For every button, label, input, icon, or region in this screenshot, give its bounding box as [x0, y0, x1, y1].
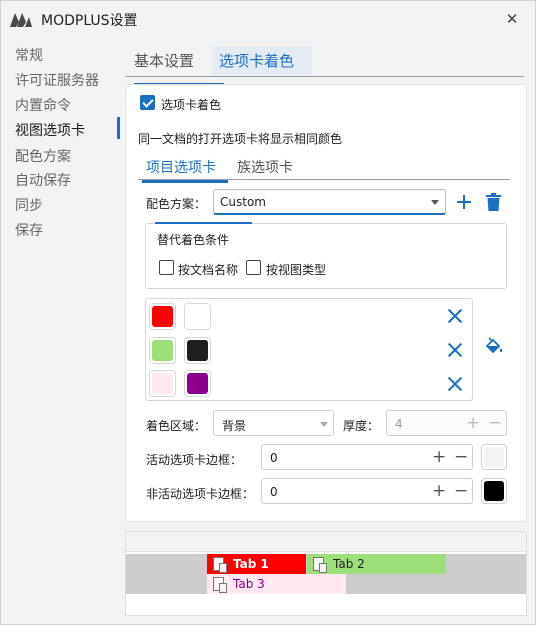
color-scheme-value: Custom [220, 195, 266, 209]
by-document-name-checkbox[interactable] [159, 260, 174, 275]
row3-remove-icon[interactable] [447, 376, 463, 392]
active-border-value: 0 [270, 451, 278, 465]
row1-fill-swatch[interactable] [149, 303, 176, 330]
sidebar-item-autosave[interactable]: 自动保存 [15, 170, 71, 190]
color-area-value: 背景 [222, 419, 247, 433]
by-view-type-label: 按视图类型 [266, 263, 327, 277]
tab-basic-settings[interactable]: 基本设置 [134, 50, 194, 71]
subtab-project-tabs[interactable]: 项目选项卡 [146, 157, 216, 177]
inactive-border-increment-icon[interactable]: + [432, 483, 446, 500]
tab-tab-coloring[interactable]: 选项卡着色 [219, 50, 294, 71]
add-icon[interactable] [456, 194, 472, 210]
inactive-border-color-swatch[interactable] [481, 478, 507, 504]
active-border-increment-icon[interactable]: + [432, 449, 446, 466]
settings-window: MODPLUS设置 ✕ 常规 许可证服务器 内置命令 视图选项卡 配色方案 自动… [0, 0, 536, 625]
preview-tab-3-label: Tab 3 [233, 577, 265, 591]
row3-text-swatch[interactable] [184, 370, 211, 397]
sidebar-item-color-scheme[interactable]: 配色方案 [15, 146, 71, 166]
row1-text-swatch[interactable] [184, 303, 211, 330]
preview-tab-2-label: Tab 2 [333, 557, 365, 571]
description-text: 同一文档的打开选项卡将显示相同颜色 [138, 132, 343, 146]
row1-remove-icon[interactable] [447, 308, 463, 324]
active-border-color-swatch[interactable] [481, 444, 507, 470]
sidebar-item-license-server[interactable]: 许可证服务器 [15, 70, 99, 90]
delete-icon[interactable] [486, 193, 501, 211]
inactive-border-label: 非活动选项卡边框： [146, 487, 255, 501]
row3-fill-swatch[interactable] [149, 370, 176, 397]
modplus-logo-icon [10, 13, 32, 27]
sidebar-item-view-tabs[interactable]: 视图选项卡 [15, 120, 85, 140]
row2-text-swatch[interactable] [184, 337, 211, 364]
inactive-border-decrement-icon[interactable]: − [454, 483, 468, 500]
row2-fill-swatch[interactable] [149, 337, 176, 364]
subtab-active-underline [142, 180, 228, 183]
by-document-name-label: 按文档名称 [178, 263, 239, 277]
sidebar-active-indicator [117, 117, 120, 139]
preview-tab-3: Tab 3 [207, 574, 346, 594]
enable-tab-coloring-checkbox[interactable] [140, 95, 155, 110]
document-icon [313, 557, 327, 573]
color-scheme-select[interactable]: Custom [213, 189, 446, 215]
enable-tab-coloring-label: 选项卡着色 [161, 98, 222, 112]
chevron-down-icon [431, 200, 439, 205]
document-icon [213, 557, 227, 573]
thickness-increment-icon[interactable]: + [466, 415, 480, 432]
window-title: MODPLUS设置 [41, 13, 138, 29]
thickness-decrement-icon[interactable]: − [488, 415, 502, 432]
preview-header [126, 532, 526, 552]
thickness-value: 4 [395, 417, 403, 431]
paint-bucket-icon[interactable] [484, 337, 504, 357]
alt-group-accent [155, 222, 252, 224]
color-area-label: 着色区域： [146, 419, 207, 433]
inactive-border-value: 0 [270, 485, 278, 499]
row2-remove-icon[interactable] [447, 342, 463, 358]
preview-tab-1: Tab 1 [207, 554, 306, 574]
tab-preview: Tab 1 Tab 2 Tab 3 [125, 531, 527, 616]
thickness-label: 厚度： [343, 419, 380, 433]
title-bar: MODPLUS设置 ✕ [1, 1, 536, 37]
alt-coloring-title: 替代着色条件 [157, 233, 230, 247]
close-icon[interactable]: ✕ [499, 7, 525, 31]
sidebar-item-builtin-commands[interactable]: 内置命令 [15, 95, 71, 115]
sidebar-item-save[interactable]: 保存 [15, 220, 43, 240]
document-icon [213, 577, 227, 593]
color-scheme-label: 配色方案： [146, 197, 207, 211]
preview-tab-1-label: Tab 1 [233, 557, 269, 571]
by-view-type-checkbox[interactable] [246, 260, 261, 275]
tabs-divider [125, 76, 524, 77]
color-area-select[interactable]: 背景 [213, 410, 334, 436]
sidebar-item-general[interactable]: 常规 [15, 45, 43, 65]
active-border-label: 活动选项卡边框： [146, 453, 243, 467]
active-border-decrement-icon[interactable]: − [454, 449, 468, 466]
subtab-family-tabs[interactable]: 族选项卡 [237, 157, 293, 177]
sidebar-item-sync[interactable]: 同步 [15, 195, 43, 215]
chevron-down-icon [320, 422, 328, 427]
preview-tab-2: Tab 2 [307, 554, 446, 574]
